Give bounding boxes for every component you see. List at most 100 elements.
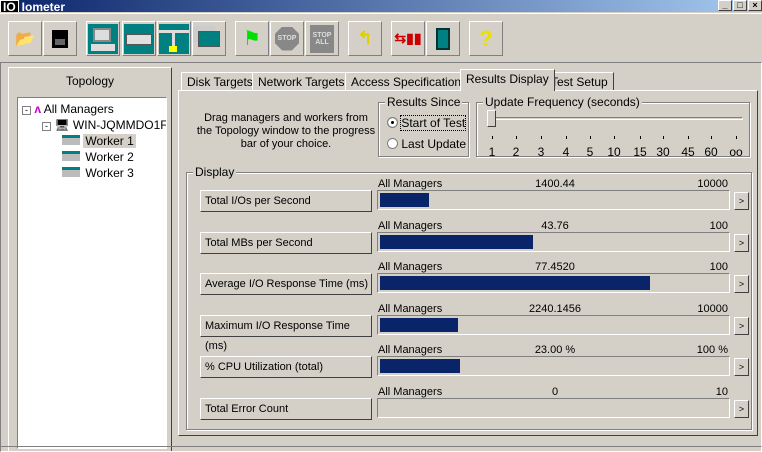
stop-all-button[interactable]: STOP ALL — [305, 21, 339, 56]
radio-selected-icon — [387, 117, 398, 128]
metric-max: 10000 — [697, 302, 728, 315]
radio-last-update[interactable]: Last Update — [387, 137, 466, 151]
metric-progress-bar[interactable] — [377, 397, 730, 418]
tab-results-display[interactable]: Results Display — [460, 69, 555, 91]
metric-select-button[interactable]: Average I/O Response Time (ms) — [200, 273, 372, 295]
metric-more-button[interactable]: > — [734, 192, 749, 210]
tick-label: 1 — [488, 145, 496, 159]
start-manager-button[interactable] — [86, 21, 120, 56]
close-button[interactable]: × — [748, 0, 762, 11]
save-button[interactable] — [43, 21, 77, 56]
start-worker-icon — [124, 23, 154, 54]
stop-button[interactable]: STOP — [270, 21, 304, 56]
metric-value: 2240.1456 — [529, 302, 581, 315]
radio-label: Start of Test — [400, 115, 467, 131]
tree-item-manager[interactable]: - 🖥 WIN-JQMMDO1FD — [42, 118, 166, 132]
topology-tree[interactable]: - ʌ All Managers - 🖥 WIN-JQMMDO1FD Worke… — [17, 97, 167, 449]
metric-more-button[interactable]: > — [734, 358, 749, 376]
metric-source[interactable]: All Managers — [378, 303, 442, 315]
metric-progress-bar[interactable] — [377, 273, 730, 293]
tick-label: 2 — [512, 145, 520, 159]
tree-label: Worker 1 — [83, 134, 136, 148]
worker-icon — [62, 135, 80, 145]
all-managers-icon: ʌ — [34, 102, 42, 116]
metric-select-button[interactable]: Total Error Count — [200, 397, 372, 420]
metric-progress-bar[interactable] — [377, 356, 730, 376]
stop-icon: STOP — [275, 26, 299, 51]
reset-workers-icon: ↰ — [357, 28, 373, 48]
duplicate-worker-button[interactable] — [192, 21, 226, 56]
metric-source[interactable]: All Managers — [378, 178, 442, 190]
stop-all-text-2: ALL — [315, 38, 329, 46]
metric-bar-fill — [380, 359, 461, 373]
metric-progress-bar[interactable] — [377, 231, 730, 252]
maximize-button[interactable]: □ — [733, 0, 747, 11]
open-icon: 📂 — [15, 30, 35, 48]
metric-progress-bar[interactable] — [377, 314, 730, 335]
duplicate-worker-icon — [198, 30, 220, 47]
disconnect-button[interactable]: ⇆▮▮ — [391, 21, 425, 56]
tree-label: All Managers — [43, 102, 114, 116]
tab-access-specifications[interactable]: Access Specifications — [345, 72, 474, 90]
frequency-slider-thumb[interactable] — [487, 110, 496, 127]
minimize-button[interactable]: _ — [718, 0, 732, 11]
metric-max: 100 % — [696, 344, 728, 356]
collapse-icon[interactable]: - — [22, 106, 31, 115]
metric-source[interactable]: All Managers — [378, 344, 442, 356]
metric-source[interactable]: All Managers — [378, 220, 442, 232]
help-button[interactable]: ? — [469, 21, 503, 56]
metric-bar-fill — [380, 276, 651, 290]
start-network-worker-icon — [159, 23, 189, 54]
open-button[interactable]: 📂 — [8, 21, 42, 56]
tick-mark — [640, 136, 641, 139]
tick-mark — [590, 136, 591, 139]
tab-network-targets[interactable]: Network Targets — [252, 72, 351, 90]
reset-workers-button[interactable]: ↰ — [348, 21, 382, 56]
metric-value: 43.76 — [541, 219, 569, 232]
metric-more-button[interactable]: > — [734, 316, 749, 335]
results-since-group: Results Since Start of Test Last Update — [378, 95, 469, 157]
metric-source[interactable]: All Managers — [378, 386, 442, 398]
exit-button[interactable] — [426, 21, 460, 56]
start-test-button[interactable]: ⚑ — [235, 21, 269, 56]
metric-bar-fill — [380, 317, 459, 332]
tree-item-worker[interactable]: Worker 3 — [62, 166, 136, 180]
toolbar-separator — [0, 13, 762, 15]
metric-source[interactable]: All Managers — [378, 261, 442, 273]
tab-disk-targets[interactable]: Disk Targets — [181, 72, 259, 90]
start-network-worker-button[interactable] — [157, 21, 191, 56]
metric-progress-bar[interactable] — [377, 190, 730, 210]
tick-mark — [541, 136, 542, 139]
tree-item-worker[interactable]: Worker 2 — [62, 150, 136, 164]
app-logo: IO — [0, 0, 19, 12]
tick-mark — [688, 136, 689, 139]
start-worker-button[interactable] — [122, 21, 156, 56]
tick-label: 45 — [681, 145, 695, 159]
tick-label: 15 — [633, 145, 647, 159]
metric-more-button[interactable]: > — [734, 275, 749, 293]
tick-mark — [492, 136, 493, 139]
metric-select-button[interactable]: % CPU Utilization (total) — [200, 356, 372, 378]
window-title: Iometer — [21, 0, 66, 12]
tick-mark — [663, 136, 664, 139]
tree-item-all-managers[interactable]: - ʌ All Managers — [22, 102, 114, 116]
metric-more-button[interactable]: > — [734, 399, 749, 418]
metric-select-button[interactable]: Total I/Os per Second — [200, 190, 372, 212]
tree-label: Worker 3 — [85, 166, 134, 180]
tree-item-worker[interactable]: Worker 1 — [62, 134, 136, 148]
metric-value: 1400.44 — [535, 178, 575, 190]
metric-select-button[interactable]: Total MBs per Second — [200, 231, 372, 254]
tick-mark — [516, 136, 517, 139]
topology-title: Topology — [65, 74, 115, 88]
metric-more-button[interactable]: > — [734, 233, 749, 252]
worker-icon — [62, 167, 80, 177]
collapse-icon[interactable]: - — [42, 122, 51, 131]
radio-start-of-test[interactable]: Start of Test — [387, 115, 467, 131]
tab-test-setup[interactable]: Test Setup — [545, 72, 614, 90]
worker-icon — [62, 151, 80, 161]
metric-value: 77.4520 — [535, 261, 575, 273]
metric-select-button[interactable]: Maximum I/O Response Time (ms) — [200, 314, 372, 352]
frequency-slider-track[interactable] — [490, 117, 743, 120]
tick-label: 10 — [607, 145, 621, 159]
metric-bar-fill — [380, 234, 533, 249]
